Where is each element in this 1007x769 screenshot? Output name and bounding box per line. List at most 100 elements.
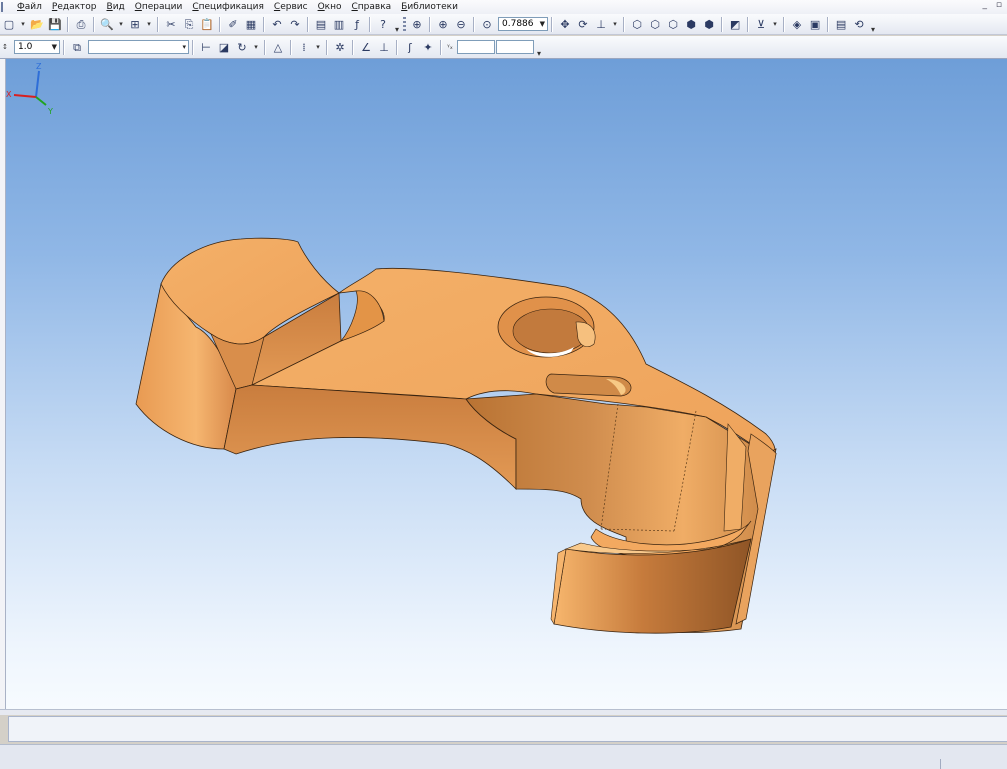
hidden-lines-icon[interactable]: ⬡ bbox=[647, 16, 663, 32]
orientation-icon[interactable]: ⊥ bbox=[593, 16, 609, 32]
menu-edit[interactable]: Редактор bbox=[52, 2, 97, 12]
redo-icon[interactable]: ↷ bbox=[287, 16, 303, 32]
toolbar-grip[interactable] bbox=[403, 16, 407, 32]
zoom-combo[interactable]: 0.7886 ▼ bbox=[498, 17, 549, 31]
status-bar bbox=[0, 744, 1007, 769]
copy-icon[interactable]: ⎘ bbox=[181, 16, 197, 32]
x-axis-line bbox=[13, 94, 37, 98]
scale-combo[interactable]: 1.0 ▼ bbox=[14, 40, 60, 54]
zoom-window-icon[interactable]: ⊕ bbox=[409, 16, 425, 32]
curve-icon[interactable]: ʃ bbox=[402, 39, 418, 55]
ortho-icon[interactable]: ⊥ bbox=[376, 39, 392, 55]
snap-highlight-icon[interactable]: ◈ bbox=[789, 16, 805, 32]
perspective-icon[interactable]: ◩ bbox=[727, 16, 743, 32]
paste-icon[interactable]: 📋 bbox=[199, 16, 215, 32]
menu-help[interactable]: Справка bbox=[352, 2, 392, 12]
wireframe-icon[interactable]: ⬡ bbox=[629, 16, 645, 32]
separator bbox=[440, 39, 442, 55]
separator bbox=[326, 39, 328, 55]
sketch-plane-icon[interactable]: ◪ bbox=[216, 39, 232, 55]
xy-icon: ᵞₓ bbox=[447, 42, 453, 51]
menu-service[interactable]: Сервис bbox=[274, 2, 308, 12]
chevron-down-icon[interactable]: ▼ bbox=[540, 20, 545, 28]
separator bbox=[264, 39, 266, 55]
separator bbox=[263, 16, 265, 32]
axis-z-label: Z bbox=[36, 62, 42, 71]
refresh-icon[interactable]: ⟲ bbox=[851, 16, 867, 32]
orientation-dropdown-icon[interactable]: ▾ bbox=[252, 39, 260, 55]
separator bbox=[721, 16, 724, 32]
zoom-in-icon[interactable]: ⊕ bbox=[435, 16, 451, 32]
halftone-edges-icon[interactable]: ⬢ bbox=[701, 16, 717, 32]
angle-snap-icon[interactable]: ∠ bbox=[358, 39, 374, 55]
toolbar-overflow-icon[interactable]: ▾ bbox=[395, 25, 399, 34]
menu-view[interactable]: Вид bbox=[107, 2, 125, 12]
calculator-icon[interactable]: ▦ bbox=[243, 16, 259, 32]
preview-icon[interactable]: 🔍 bbox=[99, 16, 115, 32]
hidden-thin-icon[interactable]: ⬡ bbox=[665, 16, 681, 32]
separator bbox=[307, 16, 309, 32]
menu-file[interactable]: Файл bbox=[17, 2, 42, 12]
separator bbox=[157, 16, 159, 32]
menu-specification[interactable]: Спецификация bbox=[192, 2, 264, 12]
cursor-coordinates-icon[interactable]: ✦ bbox=[420, 39, 436, 55]
toolbar-overflow-icon[interactable]: ▾ bbox=[537, 49, 541, 58]
snap-icon[interactable]: ✲ bbox=[332, 39, 348, 55]
app-icon bbox=[1, 2, 9, 12]
separator bbox=[290, 39, 292, 55]
window-controls[interactable]: _ ▫ bbox=[983, 0, 1005, 10]
separator bbox=[93, 16, 95, 32]
cut-icon[interactable]: ✂ bbox=[163, 16, 179, 32]
zoom-out-icon[interactable]: ⊖ bbox=[453, 16, 469, 32]
zoom-all-icon[interactable]: ⊙ bbox=[479, 16, 495, 32]
halftone-icon[interactable]: ⬢ bbox=[683, 16, 699, 32]
style-combo[interactable]: ▾ bbox=[88, 40, 189, 54]
page-setup-dropdown-icon[interactable]: ▾ bbox=[145, 16, 153, 32]
property-panel[interactable] bbox=[8, 716, 1007, 742]
step-icon[interactable]: ↕ bbox=[1, 39, 9, 55]
chevron-down-icon[interactable]: ▼ bbox=[52, 43, 57, 51]
panel-splitter[interactable] bbox=[0, 709, 1007, 715]
orientation-dropdown-icon[interactable]: ▾ bbox=[611, 16, 619, 32]
triangle-icon[interactable]: △ bbox=[270, 39, 286, 55]
model-viewport[interactable]: Z X Y bbox=[6, 59, 1007, 709]
help-pointer-icon[interactable]: ? bbox=[375, 16, 391, 32]
separator bbox=[396, 39, 398, 55]
new-document-icon[interactable]: ▢ bbox=[1, 16, 17, 32]
zoom-value: 0.7886 bbox=[502, 19, 534, 29]
new-dropdown-icon[interactable]: ▾ bbox=[19, 16, 27, 32]
separator bbox=[219, 16, 221, 32]
menu-libraries[interactable]: Библиотеки bbox=[401, 2, 458, 12]
chevron-down-icon[interactable]: ▾ bbox=[182, 43, 186, 51]
standard-toolbar: ▢ ▾ 📂 💾 ⎙ 🔍 ▾ ⊞ ▾ ✂ ⎘ 📋 ✐ ▦ ↶ ↷ ▤ ▥ ƒ ? … bbox=[0, 14, 1007, 35]
save-icon[interactable]: 💾 bbox=[47, 16, 63, 32]
grid-dropdown-icon[interactable]: ▾ bbox=[314, 39, 322, 55]
page-setup-icon[interactable]: ⊞ bbox=[127, 16, 143, 32]
preview-dropdown-icon[interactable]: ▾ bbox=[117, 16, 125, 32]
function-fx-icon[interactable]: ƒ bbox=[349, 16, 365, 32]
filter-icon[interactable]: ⊻ bbox=[753, 16, 769, 32]
rotate-icon[interactable]: ⟳ bbox=[575, 16, 591, 32]
toolbar-overflow-icon[interactable]: ▾ bbox=[871, 25, 875, 34]
properties-brush-icon[interactable]: ✐ bbox=[225, 16, 241, 32]
menu-operations[interactable]: Операции bbox=[135, 2, 183, 12]
specification-icon[interactable]: ▤ bbox=[833, 16, 849, 32]
local-cs-icon[interactable]: ⊢ bbox=[198, 39, 214, 55]
x-coordinate-field[interactable] bbox=[457, 40, 495, 54]
menu-window[interactable]: Окно bbox=[318, 2, 342, 12]
y-coordinate-field[interactable] bbox=[496, 40, 534, 54]
print-icon[interactable]: ⎙ bbox=[73, 16, 89, 32]
undo-icon[interactable]: ↶ bbox=[269, 16, 285, 32]
variables-icon[interactable]: ▥ bbox=[331, 16, 347, 32]
pan-icon[interactable]: ✥ bbox=[557, 16, 573, 32]
layer-icon[interactable]: ⧉ bbox=[69, 39, 85, 55]
menu-bar: Файл Редактор Вид Операции Спецификация … bbox=[0, 0, 1007, 14]
separator bbox=[473, 16, 476, 32]
filter-dropdown-icon[interactable]: ▾ bbox=[771, 16, 779, 32]
model-render bbox=[135, 237, 777, 634]
library-manager-icon[interactable]: ▣ bbox=[807, 16, 823, 32]
orientation-arrow-icon[interactable]: ↻ bbox=[234, 39, 250, 55]
manager-tree-icon[interactable]: ▤ bbox=[313, 16, 329, 32]
grid-icon[interactable]: ⁞ bbox=[296, 39, 312, 55]
open-folder-icon[interactable]: 📂 bbox=[29, 16, 45, 32]
